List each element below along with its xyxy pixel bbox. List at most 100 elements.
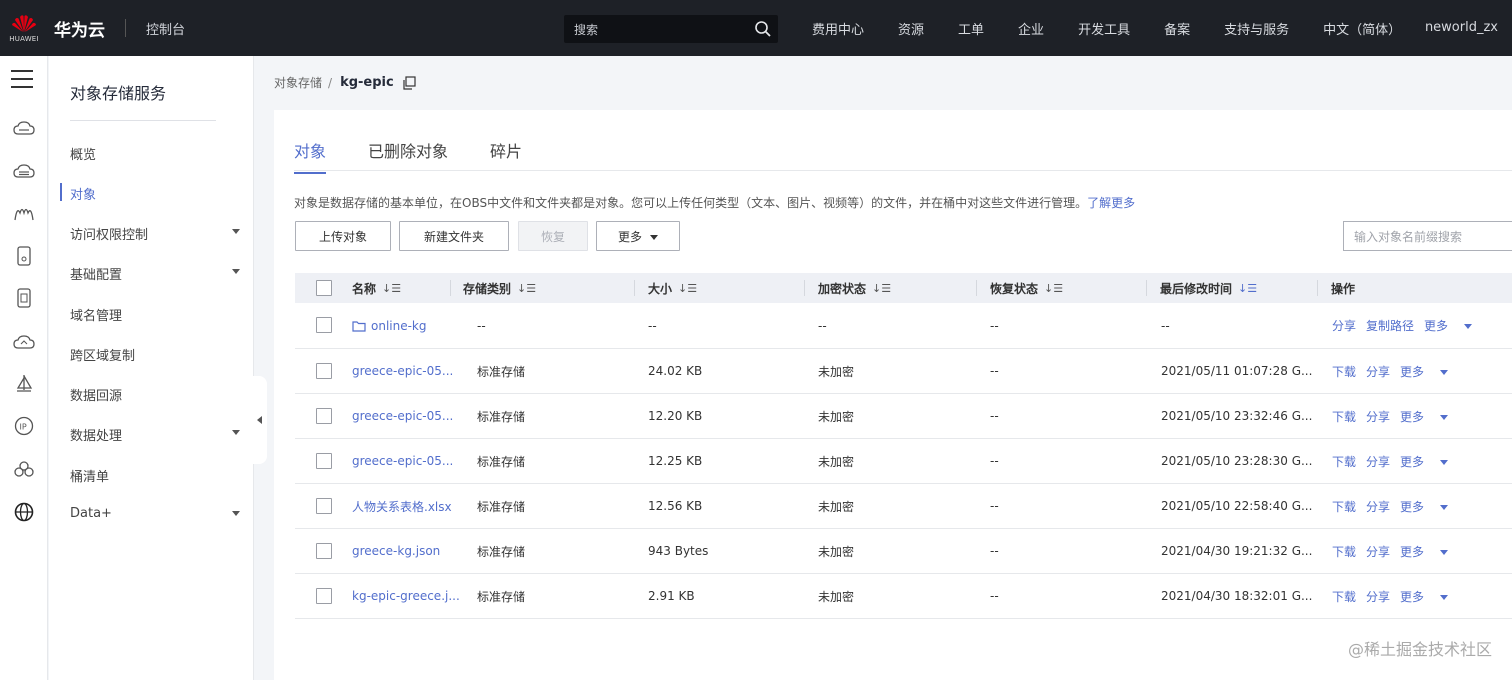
tab-objects[interactable]: 对象 [294,138,327,174]
action-more[interactable]: 更多 [1400,453,1449,470]
col-last-modified[interactable]: 最后修改时间 ↓☰ [1160,273,1257,303]
breadcrumb-root[interactable]: 对象存储 [274,74,322,91]
row-checkbox[interactable] [316,588,332,604]
object-name-link[interactable]: kg-epic-greece.j... [352,574,460,618]
action-download[interactable]: 下载 [1332,498,1356,515]
huawei-logo[interactable]: HUAWEI [0,0,48,56]
action-more[interactable]: 更多 [1400,543,1449,560]
cloud-server-icon[interactable] [12,116,36,140]
object-name: greece-epic-05... [352,364,454,378]
sidebar-item-data-plus[interactable]: Data+ [70,506,240,521]
sidebar-item-basic-config[interactable]: 基础配置 [70,264,240,283]
console-link[interactable]: 控制台 [146,19,185,38]
select-all-checkbox[interactable] [316,280,332,296]
action-share[interactable]: 分享 [1366,453,1390,470]
sidebar-item-cross-region[interactable]: 跨区域复制 [70,345,240,364]
action-more[interactable]: 更多 [1400,408,1449,425]
upload-button[interactable]: 上传对象 [295,221,391,251]
action-share[interactable]: 分享 [1332,317,1356,334]
nav-language[interactable]: 中文（简体） [1323,19,1401,38]
nav-dev-tools[interactable]: 开发工具 [1078,19,1130,38]
object-name-link[interactable]: greece-epic-05... [352,394,453,438]
action-download[interactable]: 下载 [1332,453,1356,470]
row-checkbox[interactable] [316,543,332,559]
action-share[interactable]: 分享 [1366,363,1390,380]
col-restore-status[interactable]: 恢复状态 ↓☰ [990,273,1063,303]
sidebar-item-back-to-source[interactable]: 数据回源 [70,385,240,404]
sidebar-collapse-button[interactable] [251,376,267,464]
action-download[interactable]: 下载 [1332,588,1356,605]
action-share[interactable]: 分享 [1366,408,1390,425]
sort-icon[interactable]: ↓☰ [678,282,697,295]
row-checkbox[interactable] [316,498,332,514]
action-download[interactable]: 下载 [1332,408,1356,425]
sidebar-item-inventory[interactable]: 桶清单 [70,466,240,485]
row-checkbox[interactable] [316,317,332,333]
menu-icon[interactable] [11,70,33,88]
user-menu[interactable]: neworld_zx [1425,20,1498,35]
sort-icon[interactable]: ↓☰ [1238,282,1257,295]
col-name[interactable]: 名称 ↓☰ [352,273,401,303]
brand-name[interactable]: 华为云 [54,16,105,41]
storage-class: 标准存储 [477,499,526,514]
action-more[interactable]: 更多 [1424,317,1473,334]
object-name-link[interactable]: online-kg [352,303,427,348]
sidebar-item-data-processing[interactable]: 数据处理 [70,425,240,444]
learn-more-link[interactable]: 了解更多 [1087,196,1135,210]
action-more[interactable]: 更多 [1400,498,1449,515]
nav-resources[interactable]: 资源 [898,19,924,38]
row-checkbox[interactable] [316,453,332,469]
network-icon[interactable] [12,201,36,225]
action-share[interactable]: 分享 [1366,543,1390,560]
nav-support[interactable]: 支持与服务 [1224,19,1289,38]
col-encryption[interactable]: 加密状态 ↓☰ [818,273,891,303]
object-name-link[interactable]: greece-epic-05... [352,349,453,393]
more-button[interactable]: 更多 [596,221,680,251]
row-checkbox[interactable] [316,408,332,424]
tab-fragments[interactable]: 碎片 [490,138,522,174]
sort-icon[interactable]: ↓☰ [382,282,401,295]
globe-icon[interactable] [12,500,36,524]
action-download[interactable]: 下载 [1332,543,1356,560]
tab-deleted-objects[interactable]: 已删除对象 [368,138,448,174]
cloud-sync-icon[interactable] [12,330,36,354]
action-more[interactable]: 更多 [1400,588,1449,605]
sort-icon[interactable]: ↓☰ [1044,282,1063,295]
sidebar-item-access-control[interactable]: 访问权限控制 [70,224,240,243]
nav-tickets[interactable]: 工单 [958,19,984,38]
global-search[interactable]: 搜索 [564,15,778,43]
search-icon[interactable] [748,15,778,43]
object-name: greece-epic-05... [352,409,454,423]
device-icon[interactable] [12,244,36,268]
global-search-input[interactable]: 搜索 [574,21,748,38]
action-copy-path[interactable]: 复制路径 [1366,317,1414,334]
col-storage-class[interactable]: 存储类别 ↓☰ [463,273,536,303]
action-share[interactable]: 分享 [1366,588,1390,605]
object-name-link[interactable]: greece-kg.json [352,529,440,573]
sidebar-item-objects[interactable]: 对象 [70,184,240,203]
sort-icon[interactable]: ↓☰ [517,282,536,295]
sidebar-item-overview[interactable]: 概览 [70,144,240,163]
sail-icon[interactable] [12,372,36,396]
nav-billing[interactable]: 费用中心 [812,19,864,38]
object-name-link[interactable]: greece-epic-05... [352,439,453,483]
object-search-input[interactable]: 输入对象名前缀搜索 [1343,221,1512,251]
col-size[interactable]: 大小 ↓☰ [648,273,697,303]
database-icon[interactable] [12,286,36,310]
nav-icp[interactable]: 备案 [1164,19,1190,38]
copy-icon[interactable] [402,75,416,90]
sort-icon[interactable]: ↓☰ [872,282,891,295]
sidebar-item-label: 桶清单 [70,470,110,485]
ip-icon[interactable]: IP [12,414,36,438]
object-name-link[interactable]: 人物关系表格.xlsx [352,484,452,528]
cluster-icon[interactable] [12,457,36,481]
action-more[interactable]: 更多 [1400,363,1449,380]
action-share[interactable]: 分享 [1366,498,1390,515]
row-checkbox[interactable] [316,363,332,379]
action-download[interactable]: 下载 [1332,363,1356,380]
restore-button[interactable]: 恢复 [518,221,588,251]
nav-enterprise[interactable]: 企业 [1018,19,1044,38]
cloud-storage-icon[interactable] [12,159,36,183]
sidebar-item-domain[interactable]: 域名管理 [70,305,240,324]
new-folder-button[interactable]: 新建文件夹 [399,221,509,251]
